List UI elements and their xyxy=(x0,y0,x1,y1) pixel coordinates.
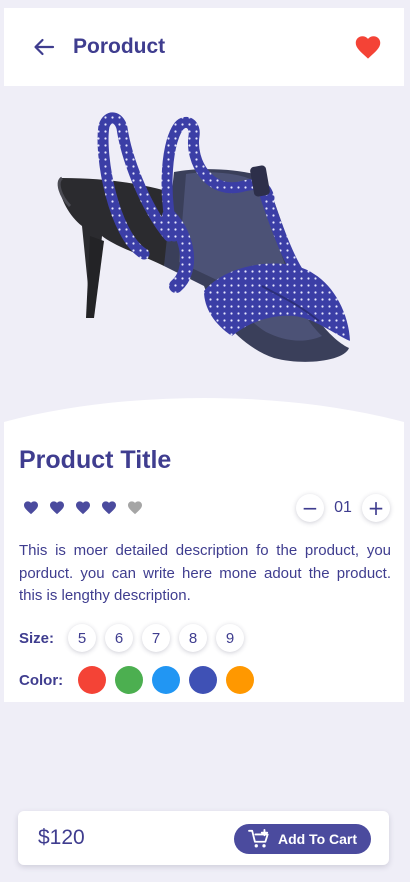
high-heel-sandal-image xyxy=(57,112,350,362)
color-swatch-indigo[interactable] xyxy=(189,666,217,694)
cart-plus-icon xyxy=(248,829,269,848)
rating-heart-empty-icon xyxy=(128,501,142,515)
product-image-area xyxy=(4,86,404,426)
size-selector: Size: 5 6 7 8 9 xyxy=(19,624,253,652)
product-description: This is moer detailed description fo the… xyxy=(19,542,391,604)
size-option[interactable]: 6 xyxy=(105,624,133,652)
rating-heart-icon xyxy=(24,501,38,515)
size-option[interactable]: 7 xyxy=(142,624,170,652)
color-selector: Color: xyxy=(19,666,263,694)
rating-heart-icon xyxy=(76,501,90,515)
checkout-bar: $120 Add To Cart xyxy=(18,811,389,865)
star-rating[interactable] xyxy=(23,500,143,515)
app-header: Poroduct xyxy=(4,8,404,86)
add-to-cart-label: Add To Cart xyxy=(277,831,358,847)
rating-heart-icon xyxy=(102,501,116,515)
product-price: $120 xyxy=(38,826,85,849)
favorite-button[interactable] xyxy=(354,34,382,60)
size-option[interactable]: 5 xyxy=(68,624,96,652)
arrow-left-icon xyxy=(34,38,55,56)
back-button[interactable] xyxy=(29,32,59,62)
quantity-value: 01 xyxy=(334,499,352,516)
color-label: Color: xyxy=(19,671,64,689)
color-swatch-orange[interactable] xyxy=(226,666,254,694)
size-label: Size: xyxy=(19,629,55,647)
rating-heart-icon xyxy=(50,501,64,515)
product-title: Product Title xyxy=(19,446,172,474)
size-option[interactable]: 8 xyxy=(179,624,207,652)
page-title: Poroduct xyxy=(73,35,166,58)
add-to-cart-button[interactable]: Add To Cart xyxy=(234,824,371,854)
card-curve-divider xyxy=(4,394,404,422)
quantity-stepper: − 01 + xyxy=(296,494,390,522)
size-option[interactable]: 9 xyxy=(216,624,244,652)
product-details-card: Product Title − 01 + This is moer detail… xyxy=(4,394,404,702)
color-swatch-red[interactable] xyxy=(78,666,106,694)
color-swatch-blue[interactable] xyxy=(152,666,180,694)
heart-icon xyxy=(355,36,381,59)
increase-quantity-button[interactable]: + xyxy=(362,494,390,522)
color-swatch-green[interactable] xyxy=(115,666,143,694)
decrease-quantity-button[interactable]: − xyxy=(296,494,324,522)
